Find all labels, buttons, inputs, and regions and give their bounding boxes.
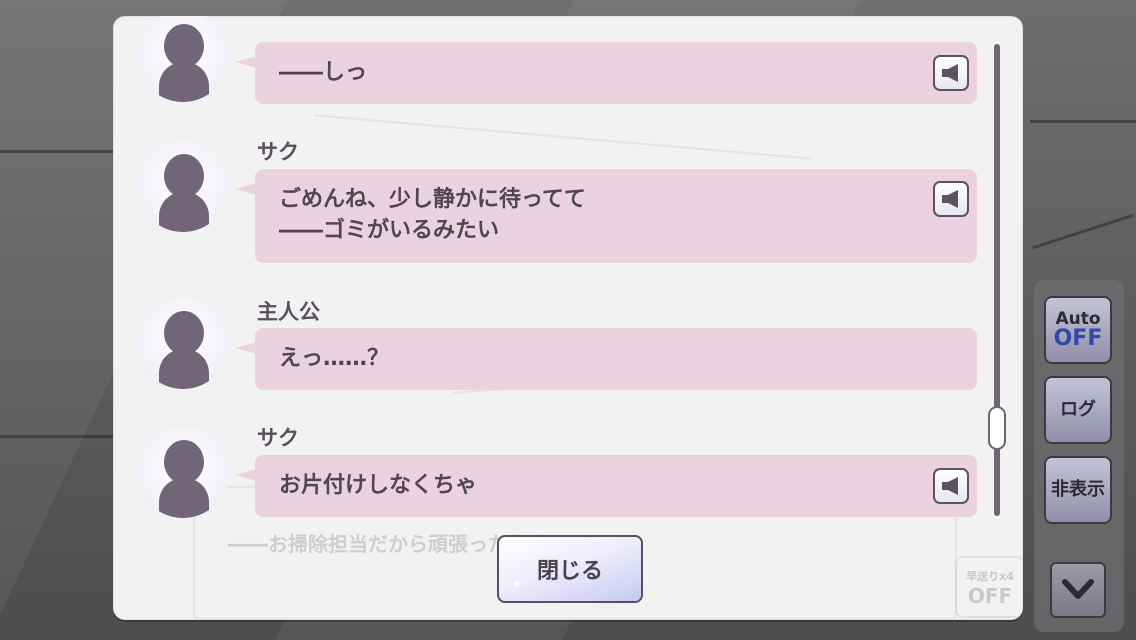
voice-replay-button[interactable] (933, 468, 969, 504)
speaker-name: サク (257, 140, 299, 164)
fast-forward-badge: 早送りx4 OFF (955, 556, 1023, 618)
avatar (137, 426, 229, 518)
floor-line (1032, 213, 1134, 250)
close-button-label: 閉じる (536, 559, 603, 584)
message-line: ――しっ (279, 60, 368, 85)
message-line: ごめんね、少し静かに待ってて (279, 187, 586, 212)
message-line: お片付けしなくちゃ (279, 473, 478, 498)
log-label: ログ (1060, 399, 1096, 420)
fast-forward-state: OFF (967, 584, 1013, 608)
fast-forward-label: 早送りx4 (966, 570, 1014, 583)
avatar (137, 16, 229, 102)
auto-button[interactable]: Auto OFF (1044, 296, 1112, 364)
floor-line (1030, 120, 1136, 123)
message-line: ――ゴミがいるみたい (279, 218, 500, 243)
floor-line (0, 150, 130, 153)
avatar-body (159, 62, 209, 102)
speaker-icon (942, 64, 958, 82)
speaker-name: 主人公 (257, 300, 320, 324)
avatar-body (159, 349, 209, 389)
avatar (137, 140, 229, 232)
collapse-menu-button[interactable] (1050, 562, 1106, 618)
message-bubble: ――しっ (235, 42, 977, 104)
hide-label: 非表示 (1051, 479, 1105, 500)
message-line: えっ……？ (279, 346, 390, 371)
log-button[interactable]: ログ (1044, 376, 1112, 444)
message-bubble: ごめんね、少し静かに待ってて ――ゴミがいるみたい (235, 169, 977, 263)
chevron-down-icon (1062, 579, 1094, 599)
sparkle-icon: ✦ (511, 577, 523, 593)
close-button[interactable]: ✦ 閉じる (497, 535, 643, 603)
scrollbar-thumb[interactable] (988, 406, 1006, 450)
speaker-icon (942, 190, 958, 208)
message-bubble: えっ……？ (235, 328, 977, 390)
backlog-panel: ――お掃除担当だから頑張ったなきゃ 早送りx4 OFF ――しっ サク ごめんね… (113, 16, 1023, 620)
speaker-icon (942, 477, 958, 495)
voice-replay-button[interactable] (933, 181, 969, 217)
voice-replay-button[interactable] (933, 55, 969, 91)
hide-button[interactable]: 非表示 (1044, 456, 1112, 524)
avatar (137, 297, 229, 389)
ghost-line (313, 114, 813, 160)
avatar-body (159, 192, 209, 232)
auto-state: OFF (1053, 326, 1103, 351)
avatar-body (159, 478, 209, 518)
floor-line (0, 435, 120, 438)
side-menu: Auto OFF ログ 非表示 (1034, 280, 1124, 632)
speaker-name: サク (257, 426, 299, 450)
message-bubble: お片付けしなくちゃ (235, 455, 977, 517)
